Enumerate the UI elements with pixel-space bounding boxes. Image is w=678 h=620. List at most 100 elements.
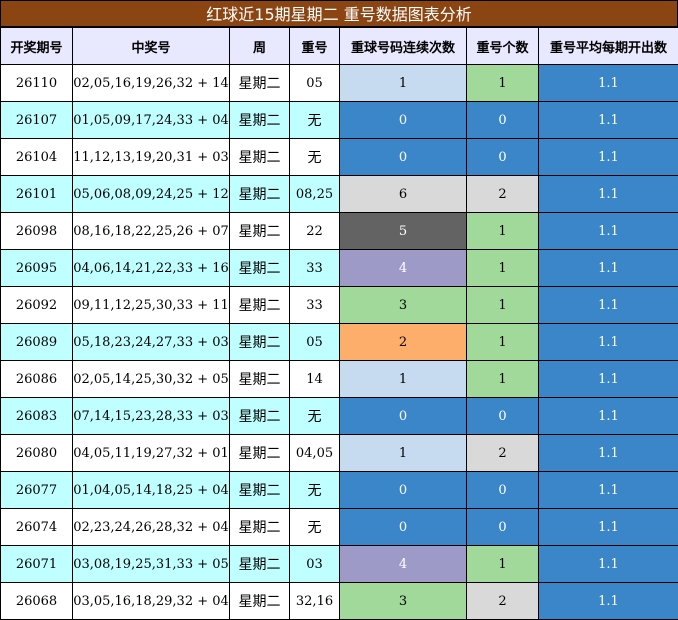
cell-week: 星期二 (230, 250, 290, 287)
cell-count: 2 (467, 176, 539, 213)
cell-average: 1.1 (539, 361, 678, 398)
cell-week: 星期二 (230, 139, 290, 176)
cell-streak: 0 (340, 472, 467, 509)
table-row: 2610105,06,08,09,24,25 + 12星期二08,25621.1 (1, 176, 678, 213)
cell-period: 26077 (1, 472, 73, 509)
cell-average: 1.1 (539, 324, 678, 361)
cell-repeat: 无 (290, 472, 340, 509)
cell-period: 26086 (1, 361, 73, 398)
cell-numbers: 09,11,12,25,30,33 + 11 (73, 287, 230, 324)
cell-period: 26110 (1, 65, 73, 102)
cell-streak: 0 (340, 509, 467, 546)
cell-average: 1.1 (539, 176, 678, 213)
cell-count: 0 (467, 102, 539, 139)
cell-average: 1.1 (539, 398, 678, 435)
table-row: 2610411,12,13,19,20,31 + 03星期二无001.1 (1, 139, 678, 176)
cell-numbers: 07,14,15,23,28,33 + 03 (73, 398, 230, 435)
cell-streak: 0 (340, 102, 467, 139)
table-row: 2607701,04,05,14,18,25 + 04星期二无001.1 (1, 472, 678, 509)
cell-numbers: 05,06,08,09,24,25 + 12 (73, 176, 230, 213)
repeat-analysis-panel: 红球近15期星期二 重号数据图表分析 开奖期号 中奖号 周 重号 重球号码连续次… (0, 0, 678, 618)
cell-repeat: 22 (290, 213, 340, 250)
cell-numbers: 02,23,24,26,28,32 + 04 (73, 509, 230, 546)
cell-average: 1.1 (539, 102, 678, 139)
cell-streak: 1 (340, 435, 467, 472)
cell-average: 1.1 (539, 435, 678, 472)
cell-period: 26107 (1, 102, 73, 139)
cell-count: 1 (467, 546, 539, 583)
cell-period: 26098 (1, 213, 73, 250)
cell-repeat: 04,05 (290, 435, 340, 472)
cell-count: 1 (467, 287, 539, 324)
cell-streak: 1 (340, 361, 467, 398)
cell-streak: 1 (340, 65, 467, 102)
cell-average: 1.1 (539, 65, 678, 102)
header-period: 开奖期号 (1, 28, 73, 65)
cell-week: 星期二 (230, 472, 290, 509)
table-row: 2610701,05,09,17,24,33 + 04星期二无001.1 (1, 102, 678, 139)
cell-numbers: 05,18,23,24,27,33 + 03 (73, 324, 230, 361)
cell-week: 星期二 (230, 287, 290, 324)
chart-title: 红球近15期星期二 重号数据图表分析 (0, 0, 678, 27)
cell-week: 星期二 (230, 213, 290, 250)
cell-streak: 4 (340, 546, 467, 583)
cell-numbers: 03,08,19,25,31,33 + 05 (73, 546, 230, 583)
cell-average: 1.1 (539, 287, 678, 324)
cell-period: 26083 (1, 398, 73, 435)
cell-numbers: 02,05,14,25,30,32 + 05 (73, 361, 230, 398)
cell-week: 星期二 (230, 398, 290, 435)
cell-numbers: 11,12,13,19,20,31 + 03 (73, 139, 230, 176)
cell-repeat: 05 (290, 65, 340, 102)
cell-repeat: 无 (290, 139, 340, 176)
cell-count: 0 (467, 472, 539, 509)
cell-period: 26089 (1, 324, 73, 361)
cell-repeat: 32,16 (290, 583, 340, 620)
cell-period: 26074 (1, 509, 73, 546)
cell-count: 1 (467, 65, 539, 102)
cell-streak: 6 (340, 176, 467, 213)
header-numbers: 中奖号 (73, 28, 230, 65)
cell-repeat: 08,25 (290, 176, 340, 213)
table-row: 2609808,16,18,22,25,26 + 07星期二22511.1 (1, 213, 678, 250)
cell-week: 星期二 (230, 176, 290, 213)
cell-period: 26080 (1, 435, 73, 472)
cell-average: 1.1 (539, 509, 678, 546)
table-row: 2606803,05,16,18,29,32 + 04星期二32,16321.1 (1, 583, 678, 620)
cell-week: 星期二 (230, 65, 290, 102)
cell-repeat: 33 (290, 250, 340, 287)
table-row: 2608307,14,15,23,28,33 + 03星期二无001.1 (1, 398, 678, 435)
cell-period: 26095 (1, 250, 73, 287)
cell-count: 0 (467, 509, 539, 546)
cell-count: 1 (467, 324, 539, 361)
cell-average: 1.1 (539, 472, 678, 509)
cell-streak: 3 (340, 287, 467, 324)
cell-numbers: 04,05,11,19,27,32 + 01 (73, 435, 230, 472)
cell-repeat: 无 (290, 509, 340, 546)
cell-streak: 2 (340, 324, 467, 361)
cell-numbers: 02,05,16,19,26,32 + 14 (73, 65, 230, 102)
cell-average: 1.1 (539, 583, 678, 620)
cell-repeat: 无 (290, 398, 340, 435)
cell-count: 1 (467, 361, 539, 398)
table-row: 2611002,05,16,19,26,32 + 14星期二05111.1 (1, 65, 678, 102)
cell-streak: 4 (340, 250, 467, 287)
header-repeat: 重号 (290, 28, 340, 65)
header-average: 重号平均每期开出数 (539, 28, 678, 65)
cell-streak: 3 (340, 583, 467, 620)
cell-numbers: 04,06,14,21,22,33 + 16 (73, 250, 230, 287)
cell-repeat: 05 (290, 324, 340, 361)
cell-numbers: 01,05,09,17,24,33 + 04 (73, 102, 230, 139)
header-week: 周 (230, 28, 290, 65)
cell-week: 星期二 (230, 361, 290, 398)
cell-period: 26092 (1, 287, 73, 324)
repeat-table: 开奖期号 中奖号 周 重号 重球号码连续次数 重号个数 重号平均每期开出数 26… (0, 27, 678, 620)
cell-average: 1.1 (539, 213, 678, 250)
table-row: 2607402,23,24,26,28,32 + 04星期二无001.1 (1, 509, 678, 546)
cell-count: 2 (467, 435, 539, 472)
cell-numbers: 08,16,18,22,25,26 + 07 (73, 213, 230, 250)
cell-week: 星期二 (230, 435, 290, 472)
cell-period: 26068 (1, 583, 73, 620)
cell-average: 1.1 (539, 250, 678, 287)
cell-count: 2 (467, 583, 539, 620)
cell-count: 1 (467, 213, 539, 250)
